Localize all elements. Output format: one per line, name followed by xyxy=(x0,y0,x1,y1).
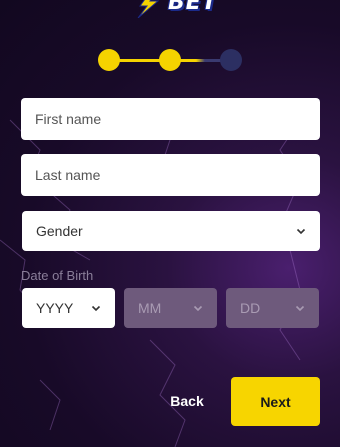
dob-month-value: MM xyxy=(138,300,162,316)
dob-year-value: YYYY xyxy=(36,300,74,316)
step-3-indicator xyxy=(220,49,242,71)
lightning-bolt-icon xyxy=(137,0,160,18)
step-2-indicator xyxy=(159,49,181,71)
chevron-down-icon xyxy=(296,228,306,235)
back-button[interactable]: Back xyxy=(160,388,214,414)
dob-year-select[interactable]: YYYY xyxy=(22,288,115,328)
chevron-down-icon xyxy=(193,305,203,312)
dob-day-value: DD xyxy=(240,300,261,316)
first-name-input[interactable] xyxy=(21,98,320,140)
gender-select-value: Gender xyxy=(36,223,83,239)
dob-label: Date of Birth xyxy=(21,268,94,283)
chevron-down-icon xyxy=(91,305,101,312)
dob-day-select[interactable]: DD xyxy=(226,288,319,328)
logo-text: BET xyxy=(168,0,218,15)
chevron-down-icon xyxy=(295,305,305,312)
next-button[interactable]: Next xyxy=(231,377,320,426)
progress-stepper xyxy=(98,49,242,71)
brand-logo: BET xyxy=(130,0,230,18)
step-1-indicator xyxy=(98,49,120,71)
gender-select[interactable]: Gender xyxy=(22,211,320,251)
dob-month-select[interactable]: MM xyxy=(124,288,217,328)
last-name-input[interactable] xyxy=(21,154,320,196)
